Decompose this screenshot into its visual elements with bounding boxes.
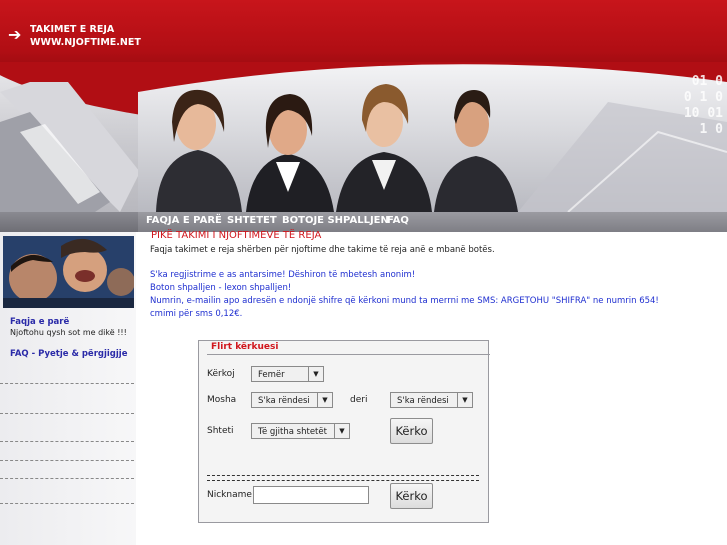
sidebar-divider bbox=[0, 383, 134, 384]
seek-gender-select[interactable]: Femër ▼ bbox=[251, 366, 324, 382]
sidebar-divider bbox=[0, 503, 134, 504]
search-button[interactable]: Kërko bbox=[390, 418, 433, 444]
four-people-illustration bbox=[138, 62, 727, 212]
sidebar-divider bbox=[0, 413, 134, 414]
banner: 01 0 0 1 0 10 01 1 0 bbox=[0, 62, 727, 212]
chevron-down-icon: ▼ bbox=[457, 393, 472, 407]
panel-separator bbox=[207, 475, 479, 481]
right-arrow-icon: ➔ bbox=[8, 25, 22, 44]
chevron-down-icon: ▼ bbox=[308, 367, 323, 381]
nav-home[interactable]: FAQJA E PARË bbox=[146, 215, 222, 226]
panel-title: Flirt kërkuesi bbox=[207, 340, 490, 355]
nav-publish-ad[interactable]: BOTOJE SHPALLJEN bbox=[282, 215, 389, 226]
age-from-value: S'ka rëndesi bbox=[258, 396, 310, 406]
nickname-label: Nickname bbox=[207, 490, 252, 500]
country-select[interactable]: Të gjitha shtetët ▼ bbox=[251, 423, 350, 439]
info-line-publish: Boton shpalljen - lexon shpalljen! bbox=[150, 283, 292, 293]
age-to-label: deri bbox=[350, 395, 368, 405]
info-line-sms: Numrin, e-mailin apo adresën e ndonjë sh… bbox=[150, 296, 659, 306]
nav-countries[interactable]: SHTETET bbox=[227, 215, 277, 226]
age-to-value: S'ka rëndesi bbox=[397, 396, 449, 406]
chevron-down-icon: ▼ bbox=[334, 424, 349, 438]
age-to-select[interactable]: S'ka rëndesi ▼ bbox=[390, 392, 473, 408]
info-line-anonymous: S'ka regjistrime e as antarsime! Dëshiro… bbox=[150, 270, 416, 280]
sidebar-link-faq[interactable]: FAQ - Pyetje & përgjigjje bbox=[10, 349, 127, 359]
crowd-photo bbox=[3, 236, 134, 308]
sidebar-divider bbox=[0, 460, 134, 461]
swoosh-graphic bbox=[0, 82, 140, 212]
page-title: PIKË TAKIMI I NJOFTIMEVE TË REJA bbox=[151, 230, 322, 241]
site-url: WWW.NJOFTIME.NET bbox=[30, 37, 141, 48]
nav-faq[interactable]: FAQ bbox=[387, 215, 409, 226]
sidebar-divider bbox=[0, 478, 134, 479]
nav-left-block bbox=[0, 212, 138, 232]
flirt-search-panel: Flirt kërkuesi Kërkoj Femër ▼ Mosha S'ka… bbox=[198, 340, 490, 523]
age-label: Mosha bbox=[207, 395, 237, 405]
sidebar-link-home[interactable]: Faqja e parë bbox=[10, 317, 69, 327]
seek-label: Kërkoj bbox=[207, 369, 235, 379]
nickname-input[interactable] bbox=[253, 486, 369, 504]
age-from-select[interactable]: S'ka rëndesi ▼ bbox=[251, 392, 333, 408]
info-line-price: cmimi për sms 0,12€. bbox=[150, 309, 243, 319]
country-label: Shteti bbox=[207, 426, 234, 436]
country-value: Të gjitha shtetët bbox=[258, 427, 327, 437]
intro-text: Faqja takimet e reja shërben për njoftim… bbox=[150, 245, 495, 255]
sidebar-divider bbox=[0, 441, 134, 442]
binary-decoration: 01 0 0 1 0 10 01 1 0 bbox=[683, 74, 723, 137]
nickname-search-button[interactable]: Kërko bbox=[390, 483, 433, 509]
seek-gender-value: Femër bbox=[258, 370, 285, 380]
site-title: TAKIMET E REJA bbox=[30, 24, 115, 35]
site-logo[interactable]: TAKIMET E REJA WWW.NJOFTIME.NET bbox=[30, 23, 141, 49]
chevron-down-icon: ▼ bbox=[317, 393, 332, 407]
sidebar-tagline: Njoftohu qysh sot me dikë !!! bbox=[10, 328, 127, 337]
crowd-photo-image bbox=[3, 236, 134, 308]
